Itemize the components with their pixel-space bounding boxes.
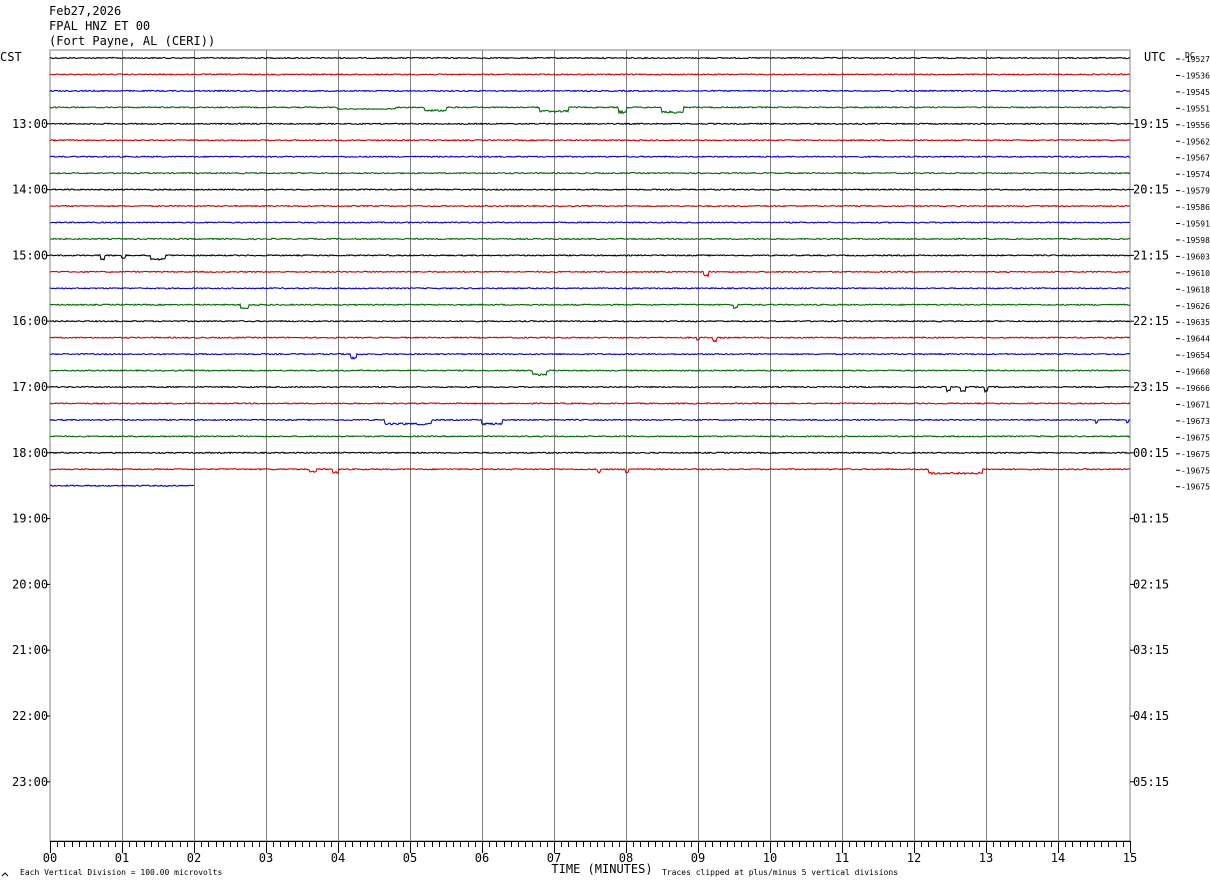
x-tick-label: 12 xyxy=(907,851,921,865)
seismic-trace-line xyxy=(49,138,1131,142)
right-hour-label: 23:15 xyxy=(1133,380,1169,394)
x-tick-label: 00 xyxy=(43,851,57,865)
left-hour-label: 18:00 xyxy=(12,446,48,460)
left-hour-label: 14:00 xyxy=(12,183,48,197)
dc-offset-label: -19598 xyxy=(1181,236,1210,245)
dc-offset-label: -19660 xyxy=(1181,368,1210,377)
clip-note: Traces clipped at plus/minus 5 vertical … xyxy=(662,868,898,877)
x-tick-label: 01 xyxy=(115,851,129,865)
seismic-trace-line xyxy=(49,105,1131,115)
left-hour-label: 22:00 xyxy=(12,709,48,723)
dc-offset-label: -19666 xyxy=(1181,384,1210,393)
dc-offset-label: -19536 xyxy=(1181,71,1210,80)
dc-offset-label: -19603 xyxy=(1181,252,1210,261)
seismic-trace-line xyxy=(49,56,1131,60)
seismic-trace-line xyxy=(49,155,1131,159)
seismic-trace-line xyxy=(49,237,1131,241)
x-tick-label: 09 xyxy=(691,851,705,865)
x-tick-label: 03 xyxy=(259,851,273,865)
seismic-trace-line xyxy=(49,435,1131,438)
scale-icon xyxy=(1,872,9,877)
dc-offset-label: -19574 xyxy=(1181,170,1210,179)
x-tick-label: 05 xyxy=(403,851,417,865)
seismic-trace-line xyxy=(49,253,1131,261)
dc-offset-label: -19545 xyxy=(1181,88,1210,97)
x-axis-title: TIME (MINUTES) xyxy=(551,862,652,876)
seismic-trace-line xyxy=(49,286,1131,290)
dc-offset-label: -19586 xyxy=(1181,203,1210,212)
seismic-trace-line xyxy=(49,188,1131,191)
left-hour-label: 15:00 xyxy=(12,248,48,262)
x-tick-label: 13 xyxy=(979,851,993,865)
right-hour-label: 05:15 xyxy=(1133,775,1169,789)
seismic-trace-line xyxy=(49,221,1131,224)
x-tick-label: 10 xyxy=(763,851,777,865)
seismic-trace-line xyxy=(49,369,1131,377)
seismic-trace-line xyxy=(49,402,1131,405)
left-hour-label: 21:00 xyxy=(12,643,48,657)
seismic-trace-line xyxy=(49,122,1131,126)
seismic-trace-line xyxy=(49,171,1131,175)
left-hour-label: 16:00 xyxy=(12,314,48,328)
right-hour-label: 22:15 xyxy=(1133,314,1169,328)
right-hour-label: 03:15 xyxy=(1133,643,1169,657)
dc-offset-label: -19610 xyxy=(1181,269,1210,278)
dc-offset-label: -19675 xyxy=(1181,450,1210,459)
right-hour-label: 02:15 xyxy=(1133,577,1169,591)
dc-offset-label: -19562 xyxy=(1181,137,1210,146)
dc-offset-label: -19675 xyxy=(1181,433,1210,442)
x-tick-label: 02 xyxy=(187,851,201,865)
left-hour-label: 19:00 xyxy=(12,512,48,526)
seismic-trace-line xyxy=(49,319,1131,323)
left-hour-label: 20:00 xyxy=(12,577,48,591)
seismic-trace-line xyxy=(49,418,1131,426)
seismic-trace-line xyxy=(49,303,1131,310)
dc-offset-label: -19591 xyxy=(1181,220,1210,229)
left-hour-label: 13:00 xyxy=(12,117,48,131)
dc-offset-label: -19671 xyxy=(1181,400,1210,409)
plot-frame xyxy=(49,49,1131,842)
dc-offset-label: -19654 xyxy=(1181,351,1210,360)
dc-offset-label: -19567 xyxy=(1181,154,1210,163)
right-hour-label: 01:15 xyxy=(1133,512,1169,526)
dc-offset-label: -19644 xyxy=(1181,335,1210,344)
seismic-trace-line xyxy=(49,73,1131,76)
x-tick-label: 04 xyxy=(331,851,345,865)
seismic-trace-line xyxy=(49,270,1131,278)
seismic-trace-line xyxy=(49,352,1131,360)
x-tick-label: 15 xyxy=(1123,851,1137,865)
right-hour-label: 04:15 xyxy=(1133,709,1169,723)
x-tick-label: 11 xyxy=(835,851,849,865)
dc-offset-label: -19618 xyxy=(1181,285,1210,294)
scale-note: Each Vertical Division = 100.00 microvol… xyxy=(20,868,222,877)
x-tick-label: 06 xyxy=(475,851,489,865)
seismic-trace-line xyxy=(49,385,1131,394)
dc-offset-label: -19673 xyxy=(1181,417,1210,426)
right-hour-label: 21:15 xyxy=(1133,248,1169,262)
seismic-trace-line xyxy=(49,89,1131,93)
left-hour-label: 23:00 xyxy=(12,775,48,789)
dc-offset-label: -19675 xyxy=(1181,466,1210,475)
dc-offset-label: -19635 xyxy=(1181,318,1210,327)
dc-offset-label: -19675 xyxy=(1181,483,1210,492)
right-hour-label: 20:15 xyxy=(1133,183,1169,197)
dc-offset-label: -19626 xyxy=(1181,302,1210,311)
dc-offset-label: -19556 xyxy=(1181,121,1210,130)
right-hour-label: 00:15 xyxy=(1133,446,1169,460)
seismic-trace-line xyxy=(49,204,1131,208)
left-hour-label: 17:00 xyxy=(12,380,48,394)
helicorder-plot: 00 01 02 03 04 05 06 07 08 09 10 11 12 13 14 1513:00 19:… xyxy=(1,49,1210,877)
dc-offset-label: -19527 xyxy=(1181,55,1210,64)
dc-offset-label: -19551 xyxy=(1181,104,1210,113)
seismic-trace-line xyxy=(49,336,1131,343)
seismic-trace-line xyxy=(49,467,1131,476)
right-hour-label: 19:15 xyxy=(1133,117,1169,131)
dc-offset-label: -19579 xyxy=(1181,187,1210,196)
x-tick-label: 14 xyxy=(1051,851,1065,865)
seismic-trace-line xyxy=(49,451,1131,455)
